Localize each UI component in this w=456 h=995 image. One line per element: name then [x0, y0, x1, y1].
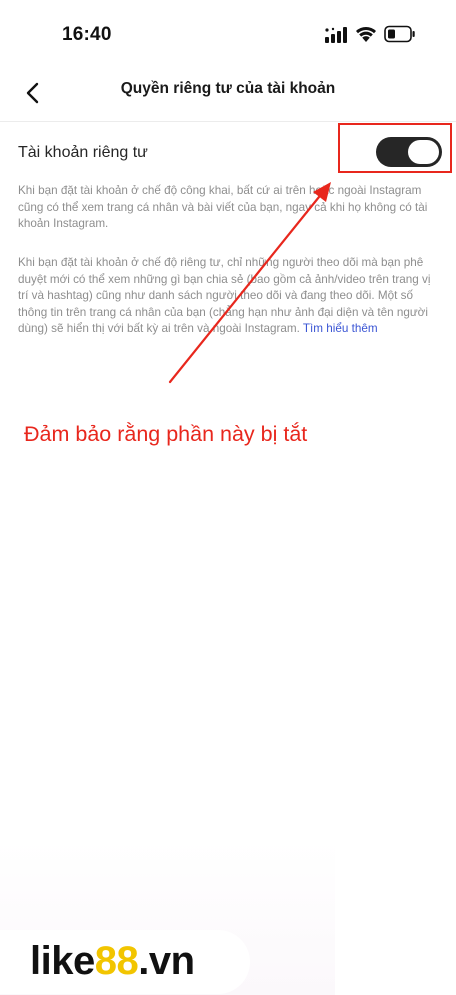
logo-like: like: [30, 939, 95, 983]
logo-number: 88: [94, 939, 139, 983]
page-title: Quyền riêng tư của tài khoản: [120, 80, 336, 97]
header: Quyền riêng tư của tài khoản: [0, 68, 456, 120]
wifi-icon: [356, 27, 376, 42]
header-divider: [0, 121, 456, 122]
back-button[interactable]: [16, 76, 50, 110]
watermark-logo: like88.vn: [30, 936, 195, 986]
annotation-text: Đảm bảo rằng phần này bị tắt: [24, 422, 308, 446]
logo-domain: .vn: [138, 939, 195, 983]
private-account-label: Tài khoản riêng tư: [18, 144, 148, 161]
chevron-left-icon: [26, 82, 39, 104]
learn-more-link[interactable]: Tìm hiểu thêm: [303, 322, 378, 335]
battery-icon: [384, 25, 415, 43]
status-bar: 16:40: [0, 0, 456, 68]
toggle-highlight-box: [338, 123, 452, 173]
screen: 16:40 Quyền riêng tư của tài khoản Tài k…: [0, 0, 456, 995]
public-account-description: Khi bạn đặt tài khoản ở chế độ công khai…: [18, 184, 428, 230]
status-time: 16:40: [62, 24, 112, 45]
private-account-description: Khi bạn đặt tài khoản ở chế độ riêng tư,…: [18, 255, 443, 338]
signal-icon: [325, 27, 347, 43]
